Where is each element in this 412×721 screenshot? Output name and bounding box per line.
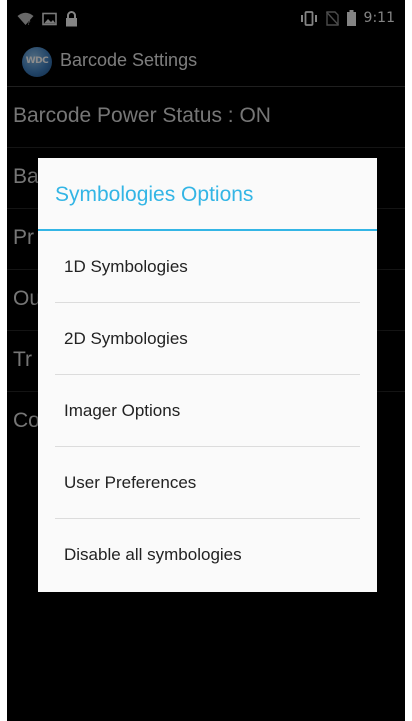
option-label: 2D Symbologies	[64, 329, 188, 348]
option-imager-options[interactable]: Imager Options	[38, 375, 377, 447]
dialog-options-list: 1D Symbologies 2D Symbologies Imager Opt…	[38, 231, 377, 591]
phone-screen: ? 9:11 WDC Barcode Settings Barcode Powe…	[7, 0, 405, 721]
option-label: Imager Options	[64, 401, 181, 420]
option-user-preferences[interactable]: User Preferences	[38, 447, 377, 519]
dialog-title: Symbologies Options	[55, 183, 254, 206]
option-label: Disable all symbologies	[64, 545, 242, 564]
option-1d-symbologies[interactable]: 1D Symbologies	[38, 231, 377, 303]
option-label: 1D Symbologies	[64, 257, 188, 276]
option-2d-symbologies[interactable]: 2D Symbologies	[38, 303, 377, 375]
option-label: User Preferences	[64, 473, 197, 492]
option-disable-all-symbologies[interactable]: Disable all symbologies	[38, 519, 377, 591]
symbologies-options-dialog: Symbologies Options 1D Symbologies 2D Sy…	[38, 158, 377, 592]
